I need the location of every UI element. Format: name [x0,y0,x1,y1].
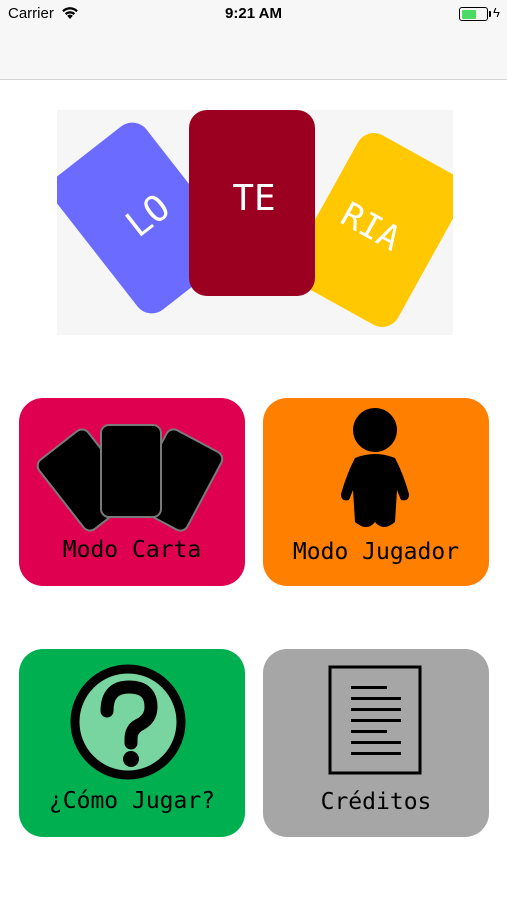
status-bar: Carrier 9:21 AM ϟ [0,0,507,28]
clock: 9:21 AM [225,5,282,22]
como-jugar-label: ¿Cómo Jugar? [48,788,216,814]
loteria-logo: LO RIA TE [57,110,453,335]
logo-cards: LO RIA TE [57,110,453,327]
person-icon [341,408,409,527]
bolt-icon: ϟ [493,5,500,20]
creditos-button[interactable]: Créditos [263,649,489,837]
cards-icon [36,424,224,532]
como-jugar-button[interactable]: ¿Cómo Jugar? [19,649,245,837]
logo-text-te: TE [232,178,275,219]
battery-icon [459,7,488,21]
modo-carta-button[interactable]: Modo Carta [19,398,245,586]
creditos-label: Créditos [320,789,432,815]
navigation-bar [0,28,507,80]
battery-cap [489,11,491,17]
question-icon [70,664,186,780]
modo-jugador-button[interactable]: Modo Jugador [263,398,489,586]
document-icon [328,665,422,775]
modo-jugador-label: Modo Jugador [292,539,460,565]
battery-level [461,9,477,19]
logo-card-te: TE [189,110,315,296]
modo-carta-label: Modo Carta [62,537,202,563]
